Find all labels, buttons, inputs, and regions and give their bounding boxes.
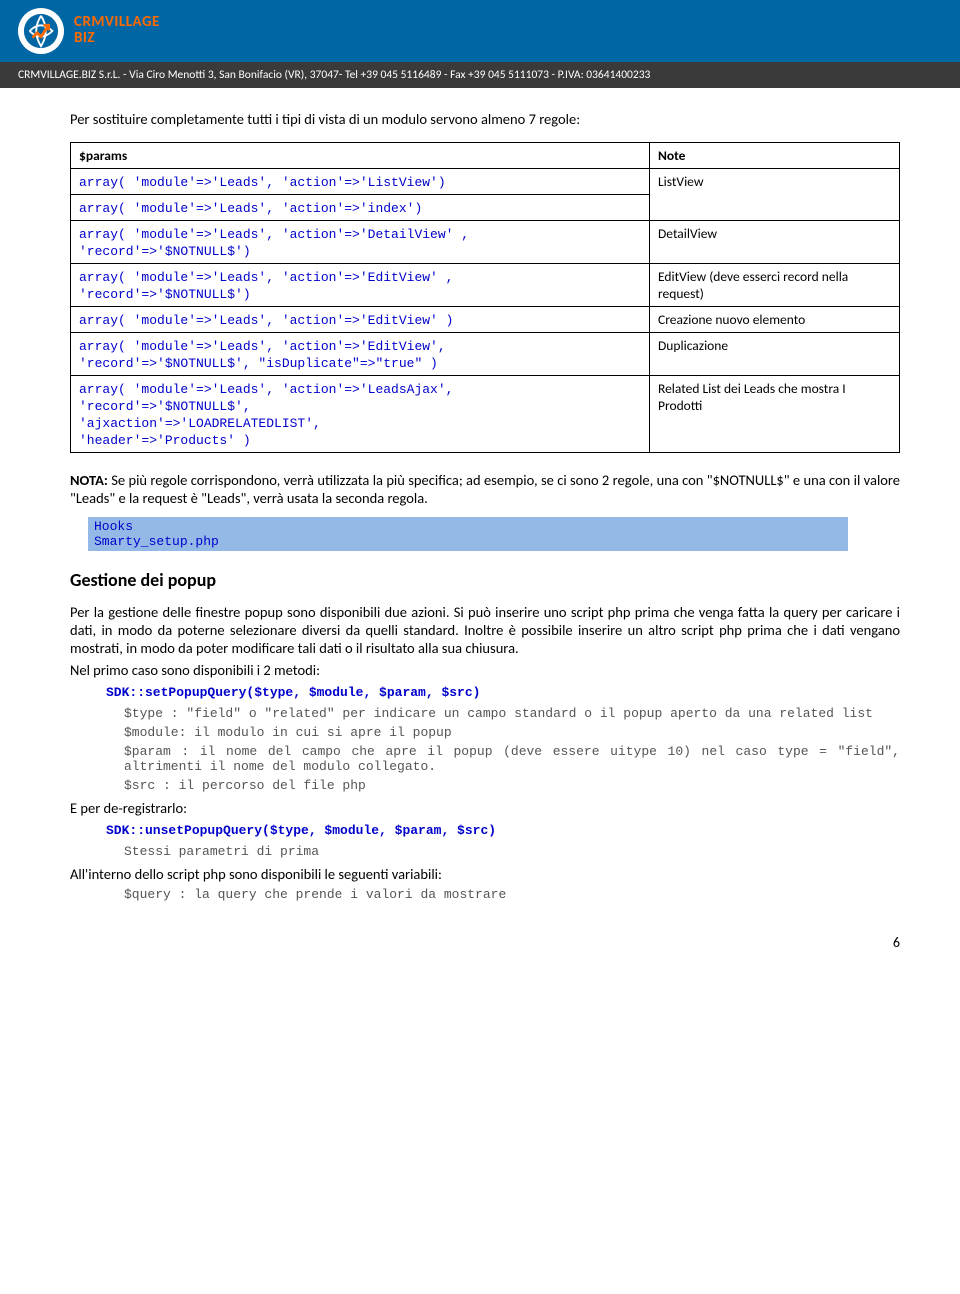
th-params: $params — [71, 143, 650, 169]
page-number: 6 — [0, 928, 960, 963]
param-code: array( 'module'=>'Leads', 'action'=>'Lis… — [79, 175, 446, 190]
note-cell: DetailView — [650, 221, 900, 264]
popup-p2: Nel primo caso sono disponibili i 2 meto… — [70, 661, 900, 679]
table-row: array( 'module'=>'Leads', 'action'=>'Edi… — [71, 264, 900, 307]
note-cell: ListView — [650, 169, 900, 221]
param-code: array( 'module'=>'Leads', 'action'=>'Edi… — [79, 313, 453, 328]
note-cell: Duplicazione — [650, 333, 900, 376]
hooks-text: Hooks Smarty_setup.php — [94, 519, 219, 549]
table-row: array( 'module'=>'Leads', 'action'=>'Det… — [71, 221, 900, 264]
note-cell: EditView (deve esserci record nella requ… — [650, 264, 900, 307]
same-params: Stessi parametri di prima — [124, 844, 900, 859]
param-code: array( 'module'=>'Leads', 'action'=>'Edi… — [79, 339, 446, 371]
note-cell: Related List dei Leads che mostra I Prod… — [650, 376, 900, 453]
sdk-set-call: SDK::setPopupQuery($type, $module, $para… — [106, 685, 900, 700]
header-address: CRMVILLAGE.BIZ S.r.L. - Via Ciro Menotti… — [0, 62, 960, 88]
popup-p3: All'interno dello script php sono dispon… — [70, 865, 900, 883]
module-desc: $module: il modulo in cui si apre il pop… — [124, 725, 900, 740]
table-row: array( 'module'=>'Leads', 'action'=>'Edi… — [71, 333, 900, 376]
brand-line2: BIZ — [74, 31, 160, 47]
src-desc: $src : il percorso del file php — [124, 778, 900, 793]
param-code: array( 'module'=>'Leads', 'action'=>'ind… — [79, 201, 422, 216]
param-code: array( 'module'=>'Leads', 'action'=>'Edi… — [79, 270, 453, 302]
intro-text: Per sostituire completamente tutti i tip… — [70, 110, 900, 128]
param-code: array( 'module'=>'Leads', 'action'=>'Det… — [79, 227, 469, 259]
query-desc: $query : la query che prende i valori da… — [124, 887, 900, 902]
popup-p1: Per la gestione delle finestre popup son… — [70, 603, 900, 657]
hooks-code-block: Hooks Smarty_setup.php — [88, 517, 848, 551]
note-cell: Creazione nuovo elemento — [650, 307, 900, 333]
globe-icon — [18, 8, 64, 54]
table-row: array( 'module'=>'Leads', 'action'=>'Lis… — [71, 169, 900, 195]
sdk-unset-call: SDK::unsetPopupQuery($type, $module, $pa… — [106, 823, 900, 838]
nota-paragraph: NOTA: Se più regole corrispondono, verrà… — [70, 471, 900, 507]
brand-text: CRMVILLAGE BIZ — [74, 15, 160, 47]
nota-text: Se più regole corrispondono, verrà utili… — [70, 471, 900, 507]
header-logo: CRMVILLAGE BIZ — [0, 0, 960, 62]
table-row: array( 'module'=>'Leads', 'action'=>'Lea… — [71, 376, 900, 453]
dereg-text: E per de-registrarlo: — [70, 799, 900, 817]
param-desc: $param : il nome del campo che apre il p… — [124, 744, 900, 774]
param-code: array( 'module'=>'Leads', 'action'=>'Lea… — [79, 382, 453, 448]
params-table: $params Note array( 'module'=>'Leads', '… — [70, 142, 900, 453]
popup-section-title: Gestione dei popup — [70, 569, 900, 591]
table-row: array( 'module'=>'Leads', 'action'=>'Edi… — [71, 307, 900, 333]
type-desc: $type : "field" o "related" per indicare… — [124, 706, 900, 721]
th-note: Note — [650, 143, 900, 169]
page-content: Per sostituire completamente tutti i tip… — [0, 88, 960, 928]
nota-label: NOTA: — [70, 471, 108, 489]
